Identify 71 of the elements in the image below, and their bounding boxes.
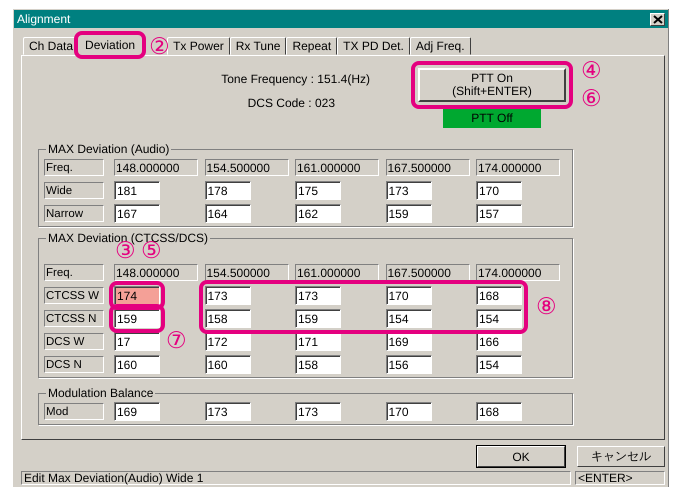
input-field[interactable]: 159 bbox=[386, 204, 432, 223]
frequency-field: 174.000000 bbox=[476, 264, 560, 281]
input-field[interactable]: 175 bbox=[295, 181, 341, 200]
tab[interactable]: TX PD Det. bbox=[337, 37, 410, 55]
status-message: Edit Max Deviation(Audio) Wide 1 bbox=[21, 471, 571, 485]
input-field[interactable]: 173 bbox=[386, 181, 432, 200]
input-field[interactable]: 173 bbox=[295, 402, 341, 421]
input-field[interactable]: 170 bbox=[476, 181, 522, 200]
input-field[interactable]: 174 bbox=[114, 286, 160, 305]
ptt-status-indicator: PTT Off bbox=[443, 108, 541, 128]
tone-frequency-text: Tone Frequency : 151.4(Hz) bbox=[221, 72, 370, 86]
frequency-field: 167.500000 bbox=[386, 159, 470, 176]
frequency-field: 154.500000 bbox=[204, 264, 288, 281]
input-field[interactable]: 158 bbox=[295, 355, 341, 374]
input-field[interactable]: 164 bbox=[204, 204, 250, 223]
cancel-button[interactable]: キャンセル bbox=[577, 446, 665, 467]
group-title: Modulation Balance bbox=[47, 386, 154, 400]
input-field[interactable]: 159 bbox=[114, 309, 160, 328]
frequency-field: 174.000000 bbox=[476, 159, 560, 176]
ptt-on-button[interactable]: PTT On (Shift+ENTER) bbox=[418, 68, 566, 102]
input-field[interactable]: 178 bbox=[204, 181, 250, 200]
frequency-field: 161.000000 bbox=[295, 264, 379, 281]
input-field[interactable]: 156 bbox=[386, 355, 432, 374]
frequency-field: 154.500000 bbox=[204, 159, 288, 176]
input-field[interactable]: 162 bbox=[295, 204, 341, 223]
callout-number: ⑧ bbox=[536, 295, 557, 319]
input-field[interactable]: 167 bbox=[114, 204, 160, 223]
row-label: DCS W bbox=[44, 333, 104, 350]
row-label: DCS N bbox=[44, 356, 104, 373]
input-field[interactable]: 170 bbox=[386, 286, 432, 305]
dcs-code-text: DCS Code : 023 bbox=[248, 96, 335, 110]
input-field[interactable]: 169 bbox=[114, 402, 160, 421]
input-field[interactable]: 154 bbox=[386, 309, 432, 328]
row-label: Mod bbox=[44, 403, 104, 420]
input-field[interactable]: 17 bbox=[114, 332, 160, 351]
frequency-field: 161.000000 bbox=[295, 159, 379, 176]
tab[interactable]: Rx Tune bbox=[230, 37, 286, 55]
callout-number: ⑥ bbox=[581, 87, 602, 111]
row-label: CTCSS W bbox=[44, 287, 104, 304]
input-field[interactable]: 159 bbox=[295, 309, 341, 328]
row-label: Freq. bbox=[44, 264, 104, 281]
input-field[interactable]: 173 bbox=[295, 286, 341, 305]
input-field[interactable]: 160 bbox=[204, 355, 250, 374]
input-field[interactable]: 168 bbox=[476, 286, 522, 305]
callout-number: ⑦ bbox=[166, 329, 187, 353]
frequency-field: 167.500000 bbox=[386, 264, 470, 281]
ok-button[interactable]: OK bbox=[477, 446, 565, 467]
input-field[interactable]: 170 bbox=[386, 402, 432, 421]
callout-number: ④ bbox=[581, 59, 602, 83]
input-field[interactable]: 181 bbox=[114, 181, 160, 200]
input-field[interactable]: 154 bbox=[476, 355, 522, 374]
window-title: Alignment bbox=[17, 12, 70, 26]
input-field[interactable]: 158 bbox=[204, 309, 250, 328]
input-field[interactable]: 173 bbox=[204, 402, 250, 421]
tab[interactable]: Tx Power bbox=[167, 37, 230, 55]
row-label: CTCSS N bbox=[44, 310, 104, 327]
frequency-field: 148.000000 bbox=[114, 264, 198, 281]
group-title: MAX Deviation (Audio) bbox=[47, 142, 170, 156]
input-field[interactable]: 154 bbox=[476, 309, 522, 328]
tab[interactable]: Repeat bbox=[286, 37, 338, 55]
callout-number: ② bbox=[149, 35, 170, 59]
row-label: Narrow bbox=[44, 205, 104, 222]
row-label: Freq. bbox=[44, 159, 104, 176]
input-field[interactable]: 157 bbox=[476, 204, 522, 223]
frequency-field: 148.000000 bbox=[114, 159, 198, 176]
row-label: Wide bbox=[44, 182, 104, 199]
status-key-hint: <ENTER> bbox=[575, 471, 665, 485]
input-field[interactable]: 168 bbox=[476, 402, 522, 421]
input-field[interactable]: 173 bbox=[204, 286, 250, 305]
input-field[interactable]: 160 bbox=[114, 355, 160, 374]
tab[interactable]: Adj Freq. bbox=[410, 37, 471, 55]
